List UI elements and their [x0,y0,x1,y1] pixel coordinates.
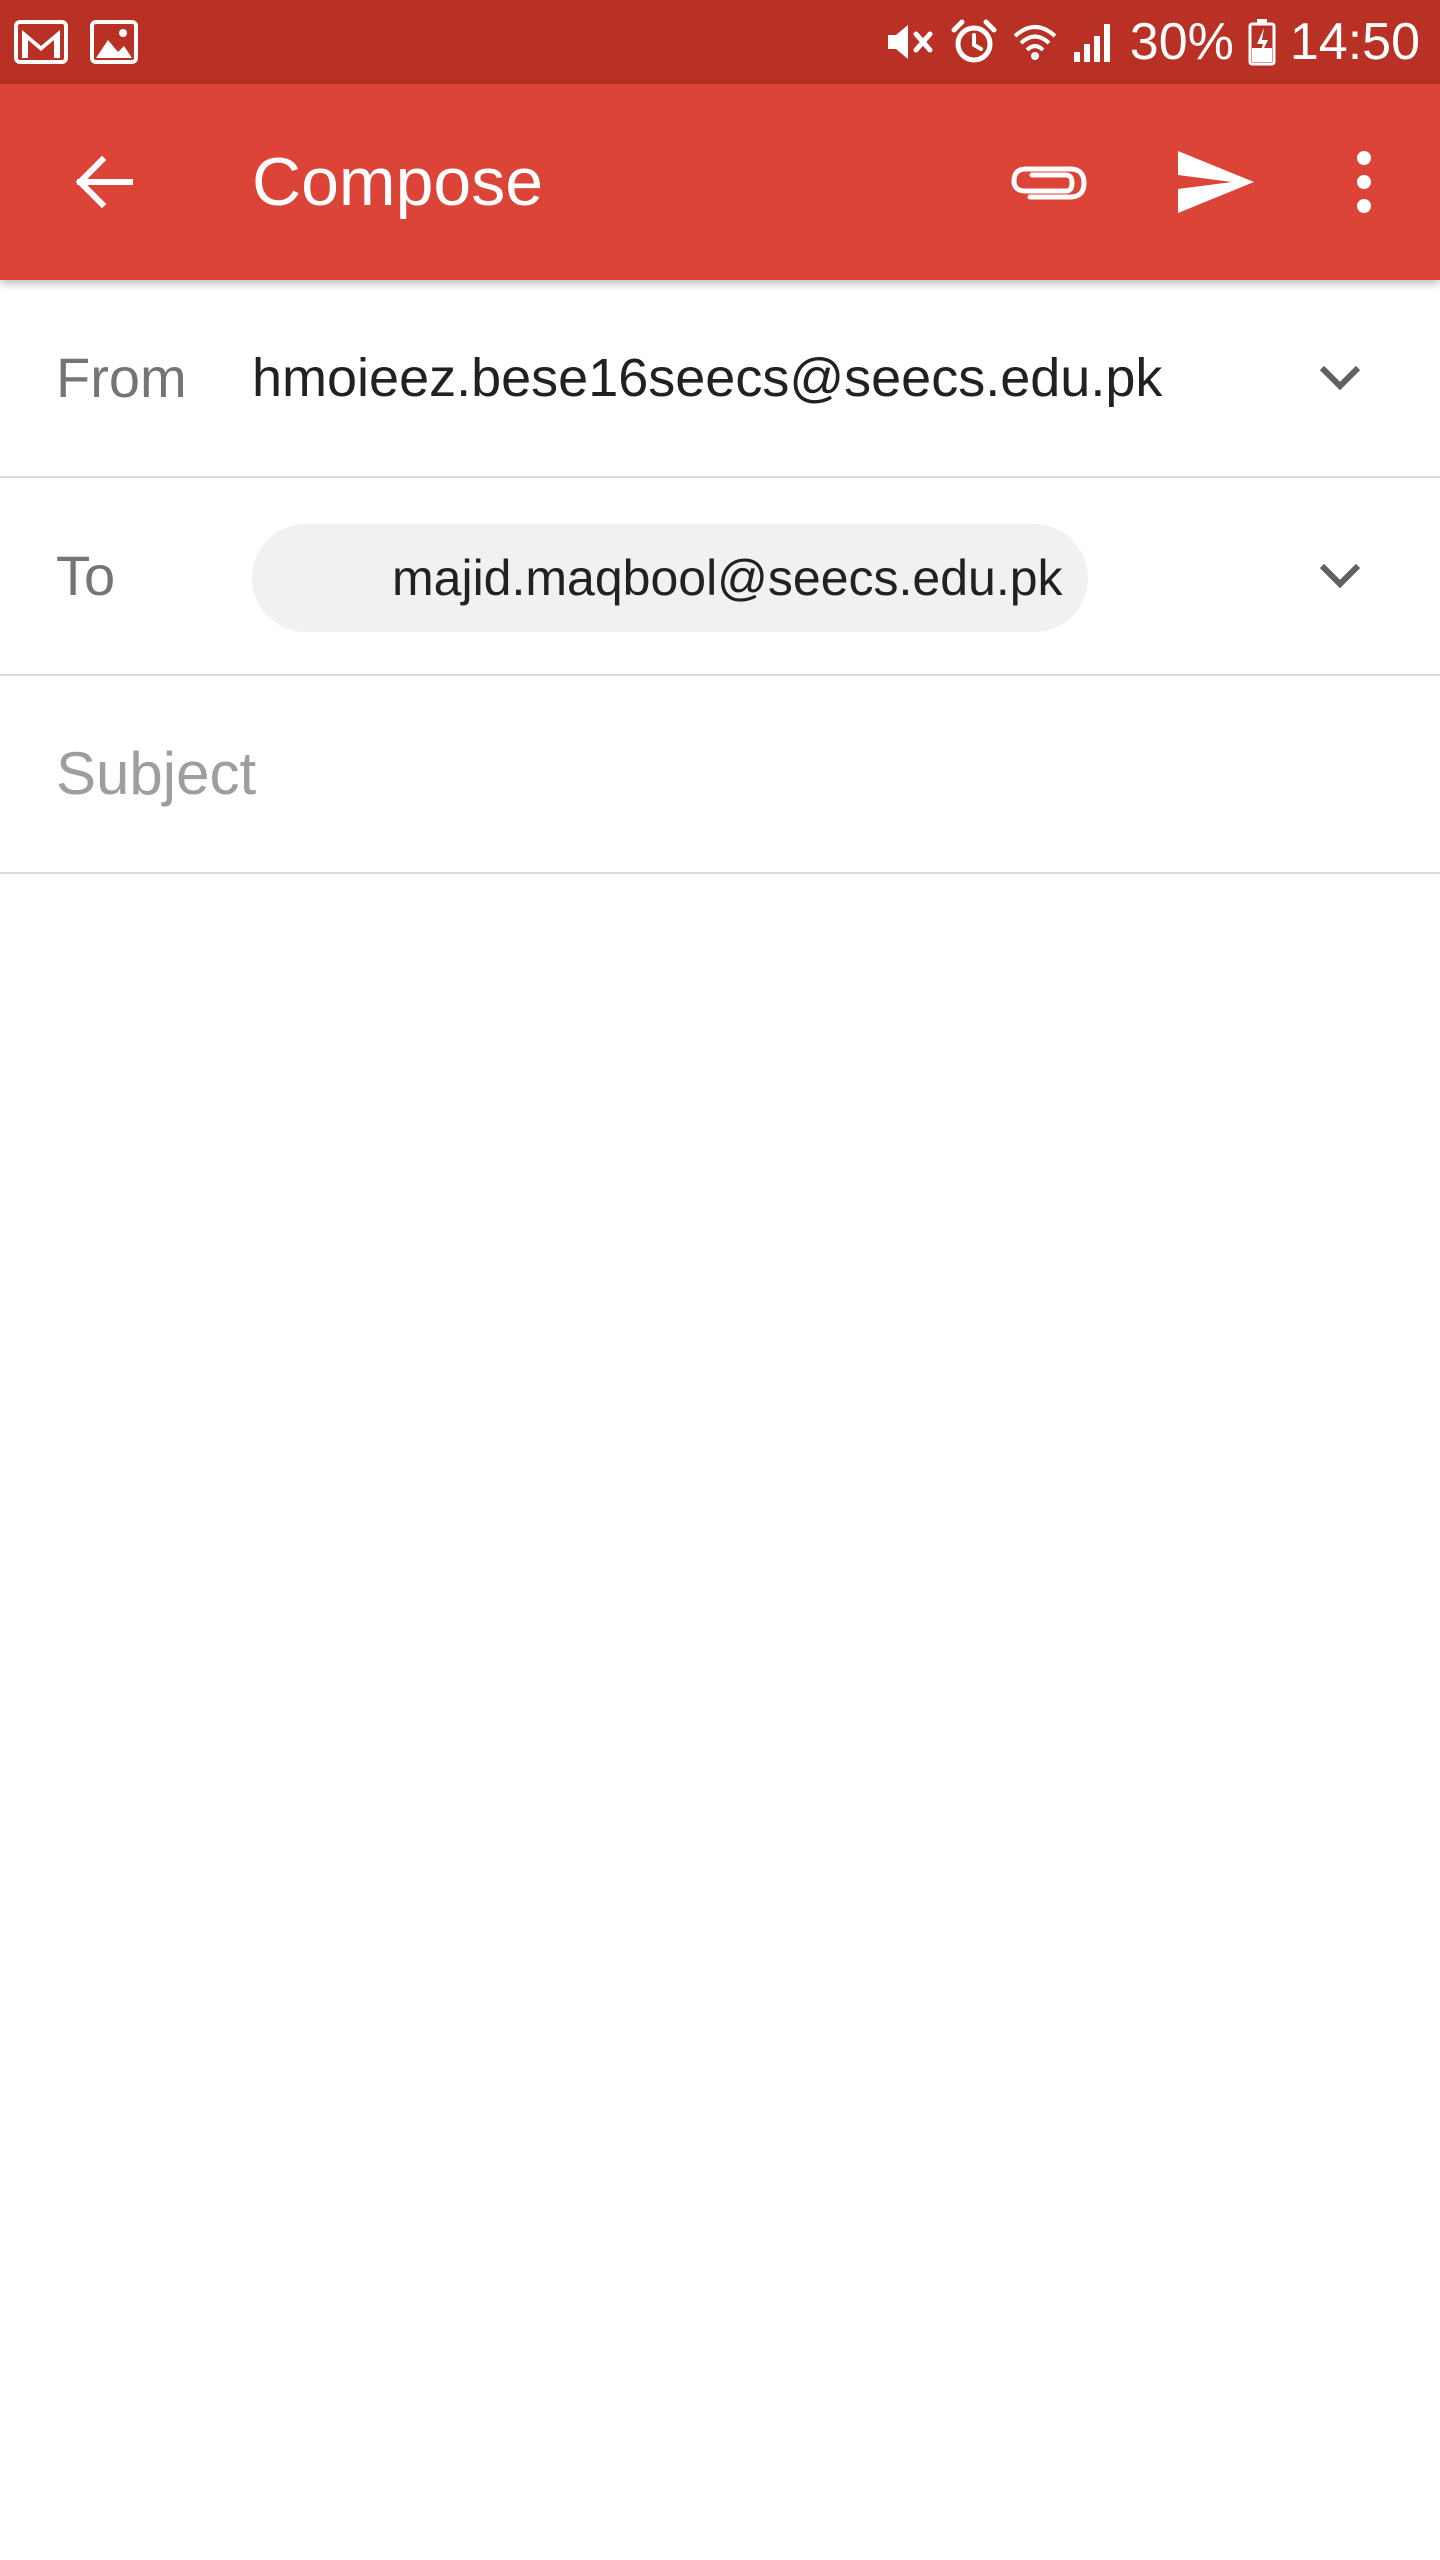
subject-row[interactable]: Subject [0,676,1440,874]
mute-icon [884,20,936,64]
gallery-notification-icon [90,20,138,64]
more-vert-icon[interactable] [1316,134,1412,230]
from-label: From [56,346,187,409]
page-title: Compose [252,144,544,220]
status-bar: 30% 14:50 [0,0,1440,84]
gmail-notification-icon [14,20,68,64]
app-bar: Compose [0,84,1440,280]
from-address[interactable]: hmoieez.bese16seecs@seecs.edu.pk [252,280,1162,476]
wifi-icon [1012,20,1058,64]
alarm-icon [950,18,998,66]
status-bar-left [14,20,160,64]
chevron-down-icon[interactable] [1300,342,1380,414]
send-icon[interactable] [1168,134,1264,230]
recipient-chip[interactable]: majid.maqbool@seecs.edu.pk [252,524,1088,632]
clock-time: 14:50 [1289,13,1420,71]
status-bar-right: 30% 14:50 [870,0,1420,84]
signal-icon [1072,20,1116,64]
back-arrow-icon[interactable] [56,134,152,230]
to-label: To [56,544,116,607]
attachment-icon[interactable] [1000,134,1096,230]
chevron-down-icon[interactable] [1300,540,1380,612]
subject-input[interactable]: Subject [56,676,256,872]
battery-percent: 30% [1129,13,1234,71]
to-row[interactable]: To majid.maqbool@seecs.edu.pk [0,478,1440,676]
battery-icon [1248,18,1276,66]
compose-body[interactable] [0,876,1440,2560]
from-row[interactable]: From hmoieez.bese16seecs@seecs.edu.pk [0,280,1440,478]
